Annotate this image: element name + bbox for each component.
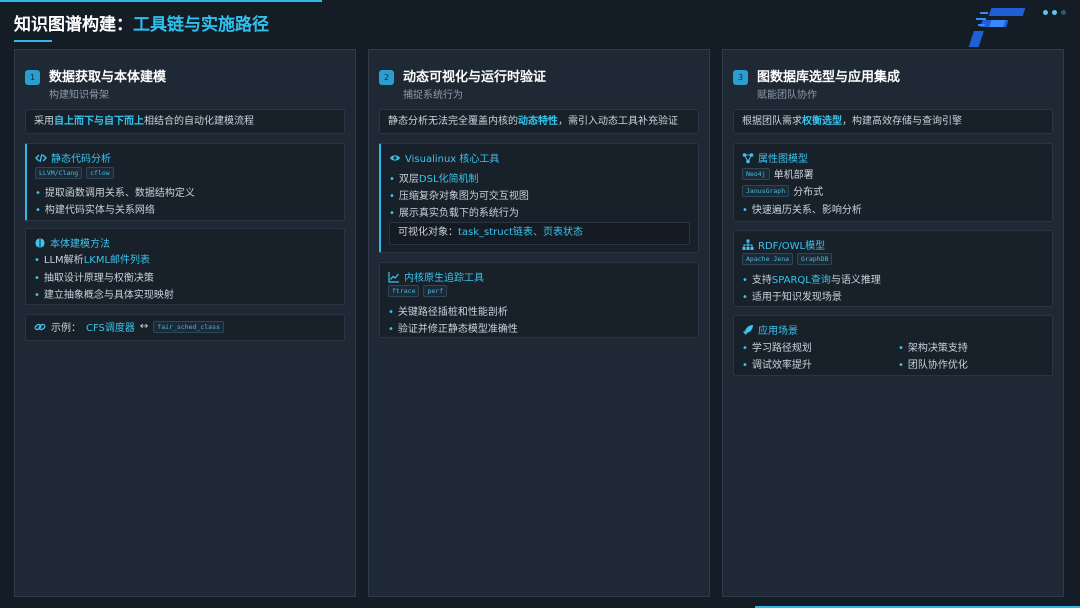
step-number-badge: 1 <box>25 70 40 85</box>
tool-tag: LLVM/Clang <box>35 167 83 179</box>
title-underline <box>14 40 52 42</box>
column-subtitle: 赋能团队协作 <box>757 90 817 101</box>
slide-dot <box>1052 10 1057 15</box>
tag-note: 单机部署 <box>773 170 814 181</box>
tool-tag: JanusGraph <box>742 184 790 197</box>
scenario-item: 团队协作优化 <box>898 356 968 371</box>
card-title: Visualinux 核心工具 <box>405 154 500 165</box>
scenario-item: 调试效率提升 <box>742 356 812 371</box>
tag-note: 分布式 <box>793 187 824 198</box>
card-title: 应用场景 <box>758 326 798 337</box>
frame-accent-top <box>0 0 322 2</box>
tool-tags: Apache Jena GraphDB <box>742 253 833 265</box>
bullet-item: 展示真实负载下的系统行为 <box>389 204 519 219</box>
scenario-item: 学习路径规划 <box>742 339 812 354</box>
bullet-item: 验证并修正静态模型准确性 <box>388 320 518 335</box>
ontology-card: 本体建模方法 LLM解析LKML邮件列表 抽取设计原理与权衡决策 建立抽象概念与… <box>25 228 345 305</box>
eye-icon <box>389 152 401 164</box>
logo-mark-icon <box>968 8 1026 47</box>
tool-tags: ftrace perf <box>388 285 448 297</box>
bullet-item: 提取函数调用关系、数据结构定义 <box>35 184 195 199</box>
slide-dot <box>1061 10 1066 15</box>
bullet-item: 关键路径插桩和性能剖析 <box>388 303 508 318</box>
column-intro: 静态分析无法完全覆盖内核的动态特性，需引入动态工具补充验证 <box>379 109 699 134</box>
bullet-item: 抽取设计原理与权衡决策 <box>34 269 154 284</box>
tool-tag: Neo4j <box>742 167 770 180</box>
tool-tag: perf <box>423 285 448 297</box>
column-intro: 根据团队需求权衡选型，构建高效存储与查询引擎 <box>733 109 1053 134</box>
column-subtitle: 捕捉系统行为 <box>403 90 463 101</box>
scenario-item: 架构决策支持 <box>898 339 968 354</box>
bullet-item: 压缩复杂对象图为可交互视图 <box>389 187 529 202</box>
bullet-item: 快速遍历关系、影响分析 <box>742 201 862 216</box>
step-number-badge: 3 <box>733 70 748 85</box>
column-title: 数据获取与本体建模 <box>49 70 167 85</box>
bullet-item: 构建代码实体与关系网络 <box>35 201 155 216</box>
property-graph-card: 属性图模型 Neo4j 单机部署 JanusGraph 分布式 快速遍历关系、影… <box>733 143 1053 222</box>
link-icon <box>34 321 46 333</box>
tool-tags: LLVM/Clang cflow <box>35 167 114 179</box>
example-subject: CFS调度器 <box>86 323 135 334</box>
example-card: 示例： CFS调度器 ↔ fair_sched_class <box>25 314 345 341</box>
rocket-icon <box>742 324 754 336</box>
visualinux-card: Visualinux 核心工具 双层DSL化简机制 压缩复杂对象图为可交互视图 … <box>379 143 699 253</box>
tool-tag: GraphDB <box>797 253 833 265</box>
column-intro: 采用自上而下与自下而上相结合的自动化建模流程 <box>25 109 345 134</box>
tool-tag: cflow <box>86 167 114 179</box>
tool-tag: ftrace <box>388 285 420 297</box>
bullet-item: 建立抽象概念与具体实现映射 <box>34 286 174 301</box>
rdf-card: RDF/OWL模型 Apache Jena GraphDB 支持SPARQL查询… <box>733 230 1053 307</box>
code-icon <box>35 152 47 164</box>
tracing-card: 内核原生追踪工具 ftrace perf 关键路径插桩和性能剖析 验证并修正静态… <box>379 262 699 338</box>
card-title: 本体建模方法 <box>50 239 110 250</box>
sitemap-icon <box>742 239 754 251</box>
bidirectional-arrow: ↔ <box>139 321 149 332</box>
card-title: 属性图模型 <box>758 154 808 165</box>
example-label: 示例： <box>51 323 81 334</box>
visualization-target: 可视化对象：task_struct链表、页表状态 <box>389 222 690 245</box>
card-title: RDF/OWL模型 <box>758 241 826 252</box>
static-analysis-card: 静态代码分析 LLVM/Clang cflow 提取函数调用关系、数据结构定义 … <box>25 143 345 221</box>
graph-icon <box>742 152 754 164</box>
chart-line-icon <box>388 271 400 283</box>
brain-icon <box>34 237 46 249</box>
column-data-acquisition: 1 数据获取与本体建模 构建知识骨架 采用自上而下与自下而上相结合的自动化建模流… <box>14 49 356 597</box>
tool-tag-row: Neo4j 单机部署 <box>742 166 814 181</box>
bullet-item: 双层DSL化简机制 <box>389 170 479 185</box>
tool-tag: Apache Jena <box>742 253 794 265</box>
column-title: 动态可视化与运行时验证 <box>403 70 547 85</box>
card-title: 内核原生追踪工具 <box>404 273 484 284</box>
column-subtitle: 构建知识骨架 <box>49 90 109 101</box>
column-graph-database: 3 图数据库选型与应用集成 赋能团队协作 根据团队需求权衡选型，构建高效存储与查… <box>722 49 1064 597</box>
card-title: 静态代码分析 <box>51 154 111 165</box>
code-tag: fair_sched_class <box>153 320 224 333</box>
column-dynamic-visualization: 2 动态可视化与运行时验证 捕捉系统行为 静态分析无法完全覆盖内核的动态特性，需… <box>368 49 710 597</box>
scenarios-card: 应用场景 学习路径规划 架构决策支持 调试效率提升 团队协作优化 <box>733 315 1053 376</box>
column-title: 图数据库选型与应用集成 <box>757 70 901 85</box>
bullet-item: 支持SPARQL查询与语义推理 <box>742 271 881 286</box>
tool-tag-row: JanusGraph 分布式 <box>742 183 823 198</box>
step-number-badge: 2 <box>379 70 394 85</box>
page-title: 知识图谱构建：工具链与实施路径 <box>14 15 269 35</box>
bullet-item: LLM解析LKML邮件列表 <box>34 251 150 266</box>
bullet-item: 适用于知识发现场景 <box>742 288 842 303</box>
